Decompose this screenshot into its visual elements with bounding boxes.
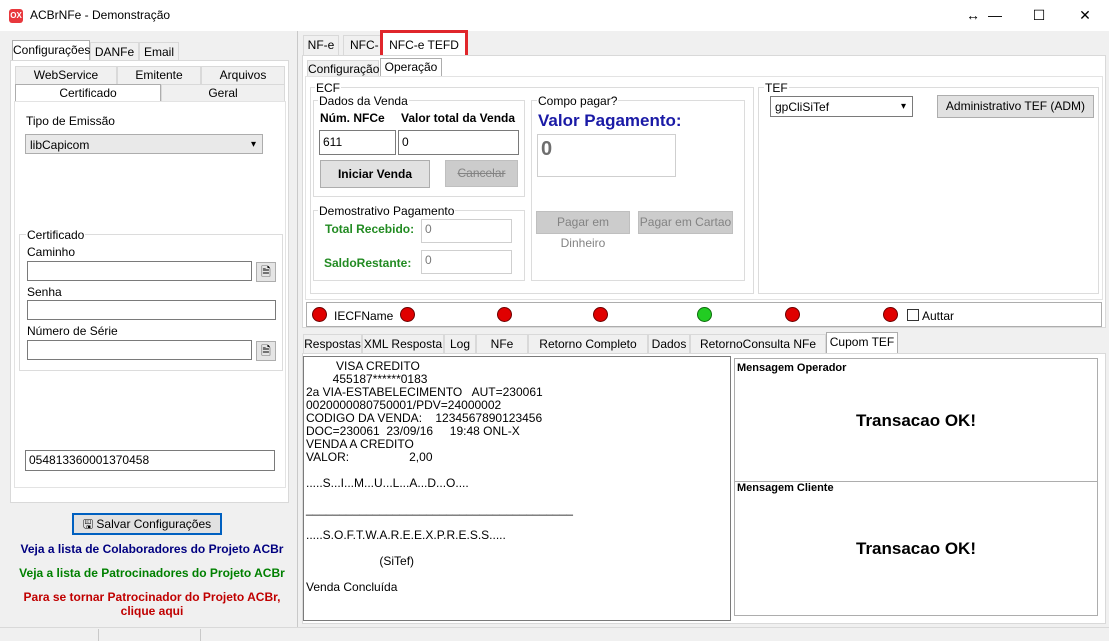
maximize-button[interactable]: ☐	[1016, 0, 1062, 31]
pagar-cartao-button[interactable]: Pagar em Cartao	[638, 211, 733, 234]
total-recebido-label: Total Recebido:	[325, 222, 415, 236]
num-nfce-label: Núm. NFCe	[320, 111, 385, 125]
chevron-down-icon: ▾	[900, 101, 906, 112]
total-recebido-input: 0	[421, 219, 512, 243]
saldo-restante-input: 0	[421, 250, 512, 274]
receipt-line: (SiTef)	[306, 554, 415, 568]
tab-xml-resposta[interactable]: XML Resposta	[362, 334, 444, 354]
auttar-label: Auttar	[922, 309, 955, 323]
saldo-restante-label: SaldoRestante:	[324, 256, 412, 270]
compo-pagar-label: Compo pagar?	[537, 94, 619, 108]
certificado-group-label: Certificado	[26, 228, 86, 242]
title-bar: OX ACBrNFe - Demonstração ↔ — ☐ ✕	[0, 0, 1109, 31]
cnpj-input[interactable]: 05481336000137045​8	[25, 450, 275, 471]
status-led-icon	[312, 307, 327, 322]
cancelar-button[interactable]: Cancelar	[445, 160, 518, 187]
receipt-memo[interactable]: VISA CREDITO 455187******0183 2a VIA-ESTA…	[303, 356, 731, 621]
app-icon: OX	[9, 9, 23, 23]
numero-serie-label: Número de Série	[27, 324, 118, 338]
status-led-icon	[497, 307, 512, 322]
valor-pagamento-label: Valor Pagamento:	[538, 111, 682, 130]
numero-serie-input[interactable]	[27, 340, 252, 360]
tipo-emissao-label: Tipo de Emissão	[26, 114, 115, 128]
pagar-dinheiro-button[interactable]: Pagar em Dinheiro	[536, 211, 630, 250]
link-colaboradores[interactable]: Veja a lista de Colaboradores do Projeto…	[12, 542, 292, 556]
status-bar-separator	[200, 629, 201, 641]
tab-nfe[interactable]: NF-e	[303, 35, 339, 55]
mensagem-cliente-text: Transacao OK!	[856, 539, 976, 558]
subtab-operacao[interactable]: Operação	[380, 58, 442, 77]
receipt-line: .....S.O.F.T.W.A.R.E.E.X.P.R.E.S.S.....	[306, 528, 506, 542]
tab-configuracoes[interactable]: Configurações	[12, 40, 90, 61]
subtab-geral[interactable]: Geral	[161, 84, 285, 102]
senha-label: Senha	[27, 285, 62, 299]
tab-cupom-tef[interactable]: Cupom TEF	[826, 332, 898, 354]
valor-pagamento-input: 0	[537, 134, 676, 177]
tab-nfce[interactable]: NFC-e	[343, 35, 383, 55]
close-button[interactable]: ✕	[1062, 0, 1108, 31]
receipt-line: .....S...I...M...U...L...A...D...O....	[306, 476, 469, 490]
status-led-green-icon	[697, 307, 712, 322]
tab-dados[interactable]: Dados	[648, 334, 690, 354]
iniciar-venda-button[interactable]: Iniciar Venda	[320, 160, 430, 188]
receipt-line: VALOR: 2,00	[306, 450, 433, 464]
demostrativo-label: Demostrativo Pagamento	[318, 204, 456, 218]
tef-select-value: gpCliSiTef	[775, 100, 830, 114]
splitter[interactable]	[297, 31, 298, 627]
tipo-emissao-value: libCapicom	[30, 138, 90, 152]
salvar-configuracoes-label: Salvar Configurações	[96, 517, 212, 531]
auttar-checkbox[interactable]	[907, 309, 919, 321]
valor-total-label: Valor total da Venda	[401, 111, 516, 125]
tab-danfe[interactable]: DANFe	[90, 42, 139, 62]
select-certificate-icon[interactable]: 🗎	[256, 341, 276, 361]
tab-retorno-consulta[interactable]: RetornoConsulta NFe 2.01	[690, 334, 826, 369]
link-patrocinadores[interactable]: Veja a lista de Patrocinadores do Projet…	[12, 566, 292, 580]
minimize-button[interactable]: —	[972, 0, 1018, 31]
tab-retorno-completo-ws[interactable]: Retorno Completo WS	[528, 334, 648, 369]
status-led-icon	[883, 307, 898, 322]
receipt-line: Venda Concluída	[306, 580, 398, 594]
tef-group-label: TEF	[764, 81, 789, 95]
status-bar-separator	[98, 629, 99, 641]
status-led-icon	[400, 307, 415, 322]
valor-total-input[interactable]: 0	[398, 130, 519, 155]
subtab-arquivos[interactable]: Arquivos	[201, 66, 285, 84]
browse-file-icon[interactable]: 🗎	[256, 262, 276, 282]
link-tornar-patrocinador[interactable]: Para se tornar Patrocinador do Projeto A…	[12, 590, 292, 618]
receipt-text: VISA CREDITO 455187******0183 2a VIA-ESTA…	[304, 357, 730, 597]
tab-log[interactable]: Log	[444, 334, 476, 354]
dados-venda-label: Dados da Venda	[318, 94, 409, 108]
num-nfce-input[interactable]: 611	[319, 130, 396, 155]
tipo-emissao-select[interactable]: libCapicom ▾	[25, 134, 263, 154]
tab-respostas[interactable]: Respostas	[303, 334, 362, 354]
link-tornar-patrocinador-line2: clique aqui	[120, 604, 184, 618]
caminho-input[interactable]	[27, 261, 252, 281]
subtab-emitente[interactable]: Emitente	[117, 66, 201, 84]
tef-select[interactable]: gpCliSiTef ▾	[770, 96, 913, 117]
tab-nfe-bottom[interactable]: NFe	[476, 334, 528, 354]
status-led-icon	[593, 307, 608, 322]
mensagem-cliente-label: Mensagem Cliente	[737, 482, 834, 494]
chevron-down-icon: ▾	[250, 139, 256, 150]
senha-input[interactable]	[27, 300, 276, 320]
salvar-configuracoes-button[interactable]: 🖫 Salvar Configurações	[72, 513, 222, 535]
window-title: ACBrNFe - Demonstração	[30, 8, 171, 22]
tef-group	[758, 87, 1099, 294]
mensagem-operador-text: Transacao OK!	[856, 411, 976, 430]
save-icon: 🖫	[82, 517, 94, 531]
caminho-label: Caminho	[27, 245, 76, 259]
status-led-icon	[785, 307, 800, 322]
subtab-webservice[interactable]: WebService	[15, 66, 117, 84]
link-tornar-patrocinador-line1: Para se tornar Patrocinador do Projeto A…	[23, 590, 281, 604]
receipt-line: ________________________________________	[306, 502, 573, 516]
ecf-group-label: ECF	[315, 81, 341, 95]
tab-email[interactable]: Email	[139, 42, 179, 62]
status-bar	[0, 627, 1109, 641]
subtab-certificado[interactable]: Certificado	[15, 84, 161, 102]
mensagem-operador-label: Mensagem Operador	[737, 362, 847, 374]
administrativo-tef-button[interactable]: Administrativo TEF (ADM)	[937, 95, 1094, 118]
iecf-name-label: IECFName	[334, 309, 394, 323]
